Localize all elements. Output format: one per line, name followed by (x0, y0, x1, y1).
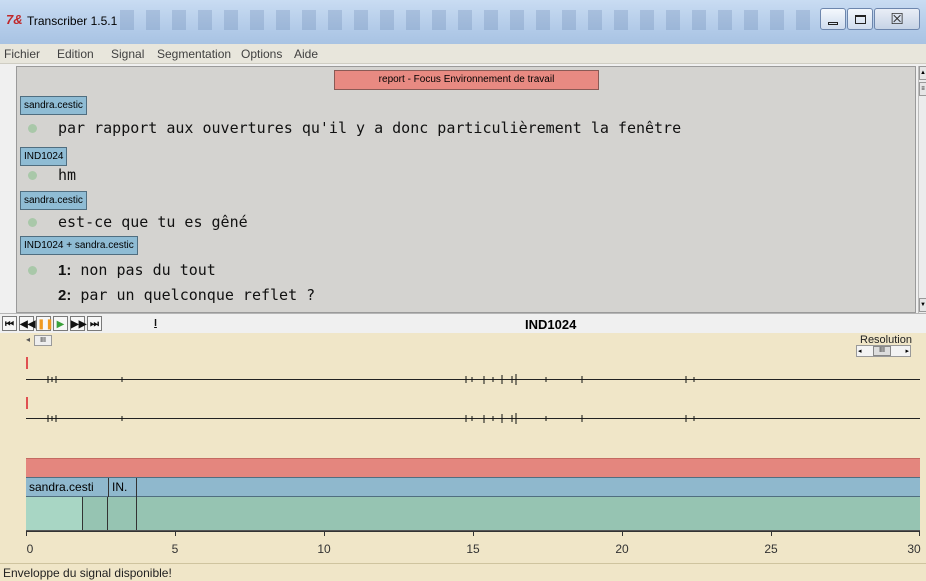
axis-tick (771, 531, 772, 536)
current-speaker-label: IND1024 (525, 317, 577, 332)
close-button[interactable]: ☒ (874, 8, 920, 30)
waveform-peaks (47, 413, 695, 424)
app-logo-icon: 7& (6, 12, 23, 27)
utterance-text[interactable]: par rapport aux ouvertures qu'il y a don… (58, 119, 681, 137)
sync-bullet-icon[interactable] (28, 171, 37, 180)
resolution-widget[interactable]: Resolution ◂ III ▸ (848, 334, 920, 359)
overlap-number: 2: (58, 287, 72, 304)
speaker-turn-button[interactable]: IND1024 (20, 147, 68, 166)
axis-tick (175, 531, 176, 536)
minimize-icon (828, 21, 838, 25)
forward-icon[interactable]: ▶▶ (70, 316, 86, 331)
play-icon[interactable]: ▶ (53, 316, 68, 331)
utterance-text[interactable]: hm (58, 166, 76, 184)
resolution-slider[interactable]: ◂ III ▸ (856, 345, 911, 357)
scrollbar-thumb[interactable]: ≡ (919, 82, 926, 96)
speaker-segment[interactable]: IN. (109, 478, 137, 497)
status-message: Enveloppe du signal disponible! (3, 566, 172, 580)
pause-icon[interactable]: ❚❚ (36, 316, 54, 331)
sync-bullet-icon[interactable] (28, 124, 37, 133)
player-toolbar: ⏮ ◀◀ ❚❚ ▶ ▶▶ ⏭ I IND1024 (0, 313, 926, 333)
status-bar: Enveloppe du signal disponible! (0, 563, 926, 581)
scroll-left-icon[interactable]: ◂ (26, 335, 30, 344)
slider-thumb[interactable]: III (873, 346, 891, 356)
slider-left-icon[interactable]: ◂ (858, 347, 862, 355)
utterance-text[interactable]: par un quelconque reflet ? (80, 286, 315, 304)
transcription-editor[interactable]: report - Focus Environnement de travail … (16, 66, 916, 313)
window-title: Transcriber 1.5.1 (27, 14, 118, 28)
slider-right-icon[interactable]: ▸ (905, 347, 909, 355)
axis-tick (919, 531, 920, 536)
signal-hscroll[interactable]: ◂ III (26, 335, 920, 346)
segment-cell[interactable] (26, 497, 83, 530)
signal-panel: ◂ III Resolution ◂ III ▸ sandra.cesti IN… (0, 333, 926, 581)
segment-cell[interactable] (108, 497, 137, 530)
menu-aide[interactable]: Aide (294, 47, 318, 61)
waveform-channel-2[interactable] (26, 399, 920, 439)
menu-options[interactable]: Options (241, 47, 282, 61)
speaker-turn-button[interactable]: sandra.cestic (20, 191, 87, 210)
hscroll-thumb[interactable]: III (34, 335, 52, 346)
topic-track[interactable] (26, 458, 920, 477)
axis-tick-label: 25 (764, 542, 778, 556)
close-icon: ☒ (890, 10, 904, 28)
speaker-segment[interactable] (137, 478, 920, 497)
speaker-turn-button[interactable]: IND1024 + sandra.cestic (20, 236, 138, 255)
skip-to-end-icon[interactable]: ⏭ (87, 316, 102, 331)
maximize-button[interactable] (847, 8, 873, 30)
menu-segmentation[interactable]: Segmentation (157, 47, 231, 61)
axis-tick (324, 531, 325, 536)
axis-tick-label: 20 (615, 542, 629, 556)
maximize-icon (854, 14, 866, 24)
waveform-peaks (47, 374, 695, 385)
insert-cursor-icon[interactable]: I (148, 316, 163, 331)
rewind-icon[interactable]: ◀◀ (19, 316, 35, 331)
menu-edition[interactable]: Edition (57, 47, 94, 61)
axis-tick-label: 15 (466, 542, 480, 556)
speaker-turn-button[interactable]: sandra.cestic (20, 96, 87, 115)
axis-tick (622, 531, 623, 536)
minimize-button[interactable] (820, 8, 846, 30)
time-axis: 0 5 10 15 20 25 30 (26, 531, 921, 561)
section-header-button[interactable]: report - Focus Environnement de travail (334, 70, 599, 90)
scroll-down-icon[interactable]: ▼ (919, 298, 926, 312)
sync-bullet-icon[interactable] (28, 266, 37, 275)
overlap-number: 1: (58, 262, 72, 279)
speaker-track[interactable]: sandra.cesti IN. (26, 477, 920, 497)
segment-cell[interactable] (83, 497, 108, 530)
axis-tick-label: 10 (317, 542, 331, 556)
editor-scrollbar[interactable]: ▲ ≡ ▼ (918, 66, 926, 313)
title-bar: 7& Transcriber 1.5.1 ☒ (0, 0, 926, 44)
overlap-line[interactable]: 1: non pas du tout (58, 261, 216, 279)
segment-track[interactable] (26, 497, 920, 531)
axis-tick-label: 0 (26, 542, 34, 556)
utterance-text[interactable]: non pas du tout (80, 261, 215, 279)
menu-signal[interactable]: Signal (111, 47, 144, 61)
waveform-channel-1[interactable] (26, 360, 920, 400)
axis-tick (26, 531, 27, 536)
menu-fichier[interactable]: Fichier (4, 47, 40, 61)
segment-cell[interactable] (137, 497, 920, 530)
utterance-text[interactable]: est-ce que tu es gêné (58, 213, 248, 231)
scroll-up-icon[interactable]: ▲ (919, 66, 926, 80)
menu-bar: Fichier Edition Signal Segmentation Opti… (0, 44, 926, 64)
taskbar-ghost (120, 10, 810, 30)
axis-tick-label: 5 (171, 542, 179, 556)
skip-to-start-icon[interactable]: ⏮ (2, 316, 17, 331)
speaker-segment[interactable]: sandra.cesti (26, 478, 109, 497)
axis-tick (473, 531, 474, 536)
sync-bullet-icon[interactable] (28, 218, 37, 227)
overlap-line[interactable]: 2: par un quelconque reflet ? (58, 286, 315, 304)
axis-tick-label: 30 (907, 542, 921, 556)
